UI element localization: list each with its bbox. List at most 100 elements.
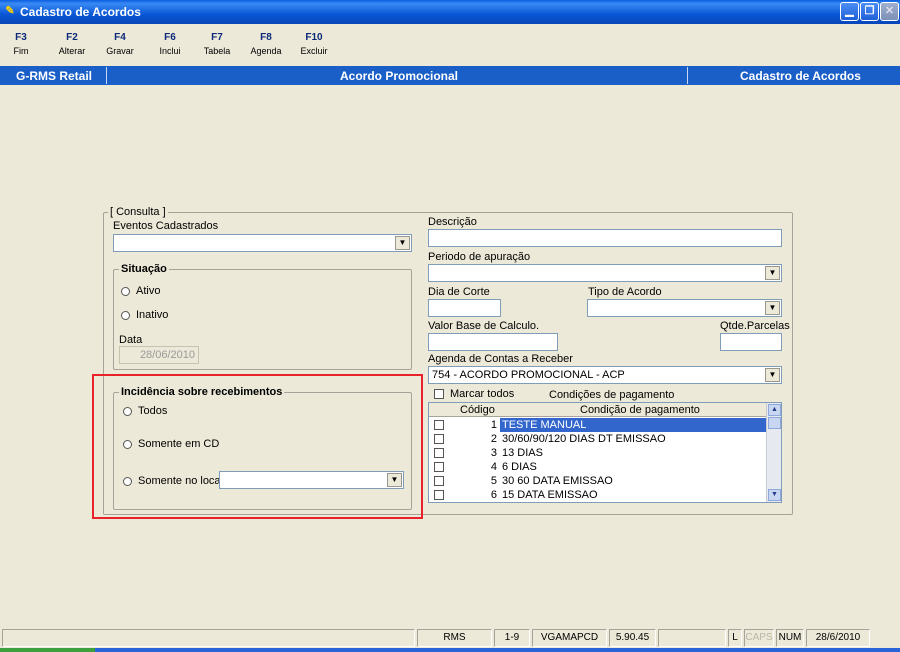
fkey-inclui-button[interactable]: F6 Inclui: [155, 32, 185, 56]
status-bar: RMS 1-9 VGAMAPCD 5.90.45 L CAPS NUM 28/6…: [0, 628, 900, 648]
table-row[interactable]: 5 30 60 DATA EMISSAO: [429, 474, 767, 488]
module-info-bar: G-RMS Retail Acordo Promocional Cadastro…: [0, 66, 900, 85]
eventos-label: Eventos Cadastrados: [113, 220, 219, 232]
valor-base-field[interactable]: [428, 333, 558, 351]
fkey-key: F8: [260, 32, 272, 43]
row-checkbox[interactable]: [434, 420, 444, 430]
status-user: VGAMAPCD: [532, 629, 607, 647]
data-label: Data: [119, 334, 143, 346]
row-description: 30 60 DATA EMISSAO: [502, 475, 613, 487]
scroll-up-icon[interactable]: ▲: [768, 404, 781, 416]
module-name: Acordo Promocional: [340, 69, 459, 83]
tipo-acordo-combo[interactable]: ▼: [587, 299, 782, 317]
chevron-down-icon[interactable]: ▼: [765, 368, 780, 382]
data-field: 28/06/2010: [119, 346, 199, 364]
fkey-excluir-button[interactable]: F10 Excluir: [297, 32, 331, 56]
status-date: 28/6/2010: [806, 629, 870, 647]
row-checkbox[interactable]: [434, 476, 444, 486]
fkey-label: Excluir: [300, 46, 328, 56]
valor-base-label: Valor Base de Calculo.: [428, 320, 540, 332]
chevron-down-icon[interactable]: ▼: [765, 266, 780, 280]
row-description: 15 DATA EMISSAO: [502, 489, 598, 501]
status-version: 5.90.45: [609, 629, 656, 647]
ativo-label: Ativo: [136, 285, 161, 297]
scroll-down-icon[interactable]: ▼: [768, 489, 781, 501]
status-num: NUM: [776, 629, 804, 647]
chevron-down-icon[interactable]: ▼: [765, 301, 780, 315]
eventos-combo[interactable]: ▼: [113, 234, 412, 252]
row-code: 6: [490, 489, 497, 501]
agenda-label: Agenda de Contas a Receber: [428, 353, 573, 365]
row-description: 13 DIAS: [502, 447, 543, 459]
table-row[interactable]: 4 6 DIAS: [429, 460, 767, 474]
grid-header: Código Condição de pagamento: [429, 403, 767, 417]
status-blank: [658, 629, 726, 647]
row-checkbox[interactable]: [434, 490, 444, 500]
inativo-radio[interactable]: Inativo: [121, 309, 168, 321]
row-checkbox[interactable]: [434, 462, 444, 472]
table-row[interactable]: 2 30/60/90/120 DIAS DT EMISSAO: [429, 432, 767, 446]
row-description: 6 DIAS: [502, 461, 537, 473]
agenda-combo[interactable]: 754 - ACORDO PROMOCIONAL - ACP ▼: [428, 366, 782, 384]
fkey-gravar-button[interactable]: F4 Gravar: [104, 32, 136, 56]
fkey-agenda-button[interactable]: F8 Agenda: [246, 32, 286, 56]
row-code: 1: [490, 419, 497, 431]
condicoes-label: Condições de pagamento: [549, 389, 675, 401]
status-app: RMS: [417, 629, 492, 647]
fkey-key: F10: [305, 32, 323, 43]
qtde-parcelas-label: Qtde.Parcelas: [720, 320, 790, 332]
chevron-down-icon[interactable]: ▼: [395, 236, 410, 250]
dia-corte-field[interactable]: [428, 299, 501, 317]
fkey-alterar-button[interactable]: F2 Alterar: [56, 32, 88, 56]
fkey-label: Agenda: [250, 46, 282, 56]
fkey-fim-button[interactable]: F3 Fim: [6, 32, 36, 56]
marcar-todos-label: Marcar todos: [450, 388, 515, 400]
maximize-button[interactable]: ❐: [860, 2, 879, 21]
status-caps: CAPS: [744, 629, 774, 647]
ativo-radio[interactable]: Ativo: [121, 285, 160, 297]
title-bar: ✎ Cadastro de Acordos ▁ ❐ ✕: [0, 0, 900, 24]
descricao-field[interactable]: [428, 229, 782, 247]
descricao-label: Descrição: [428, 216, 477, 228]
app-icon: ✎: [5, 5, 15, 17]
row-code: 2: [490, 433, 497, 445]
fkey-label: Tabela: [203, 46, 231, 56]
row-checkbox[interactable]: [434, 434, 444, 444]
consulta-group-label: [ Consulta ]: [108, 206, 168, 218]
marcar-todos-checkbox[interactable]: Marcar todos: [434, 388, 514, 400]
qtde-parcelas-field[interactable]: [720, 333, 782, 351]
fkey-key: F4: [114, 32, 126, 43]
status-l: L: [728, 629, 742, 647]
dia-corte-label: Dia de Corte: [428, 286, 490, 298]
column-header-condicao[interactable]: Condição de pagamento: [580, 404, 700, 416]
scroll-thumb[interactable]: [768, 417, 781, 429]
column-header-codigo[interactable]: Código: [460, 404, 495, 416]
taskbar-strip: [0, 648, 900, 652]
close-button[interactable]: ✕: [880, 2, 899, 21]
table-row[interactable]: 1 TESTE MANUAL: [429, 418, 767, 432]
fkey-key: F7: [211, 32, 223, 43]
grid-scrollbar[interactable]: ▲ ▼: [766, 403, 781, 502]
table-row[interactable]: 6 15 DATA EMISSAO: [429, 488, 767, 502]
agenda-value: 754 - ACORDO PROMOCIONAL - ACP: [432, 369, 625, 381]
row-code: 5: [490, 475, 497, 487]
checkbox-icon: [434, 389, 444, 399]
minimize-button[interactable]: ▁: [840, 2, 859, 21]
tipo-acordo-label: Tipo de Acordo: [588, 286, 662, 298]
row-checkbox[interactable]: [434, 448, 444, 458]
radio-circle-icon: [121, 286, 130, 296]
row-description: TESTE MANUAL: [500, 418, 767, 432]
fkey-tabela-button[interactable]: F7 Tabela: [201, 32, 233, 56]
inativo-label: Inativo: [136, 309, 169, 321]
fkey-key: F3: [15, 32, 27, 43]
function-key-toolbar: F3 Fim F2 Alterar F4 Gravar F6 Inclui F7…: [0, 24, 900, 66]
status-range: 1-9: [494, 629, 530, 647]
condicoes-grid[interactable]: Código Condição de pagamento 1 TESTE MAN…: [428, 402, 782, 503]
status-message: [2, 629, 415, 647]
periodo-combo[interactable]: ▼: [428, 264, 782, 282]
row-code: 3: [490, 447, 497, 459]
fkey-label: Gravar: [106, 46, 134, 56]
highlight-box: [92, 374, 423, 519]
product-name: G-RMS Retail: [16, 69, 93, 83]
table-row[interactable]: 3 13 DIAS: [429, 446, 767, 460]
